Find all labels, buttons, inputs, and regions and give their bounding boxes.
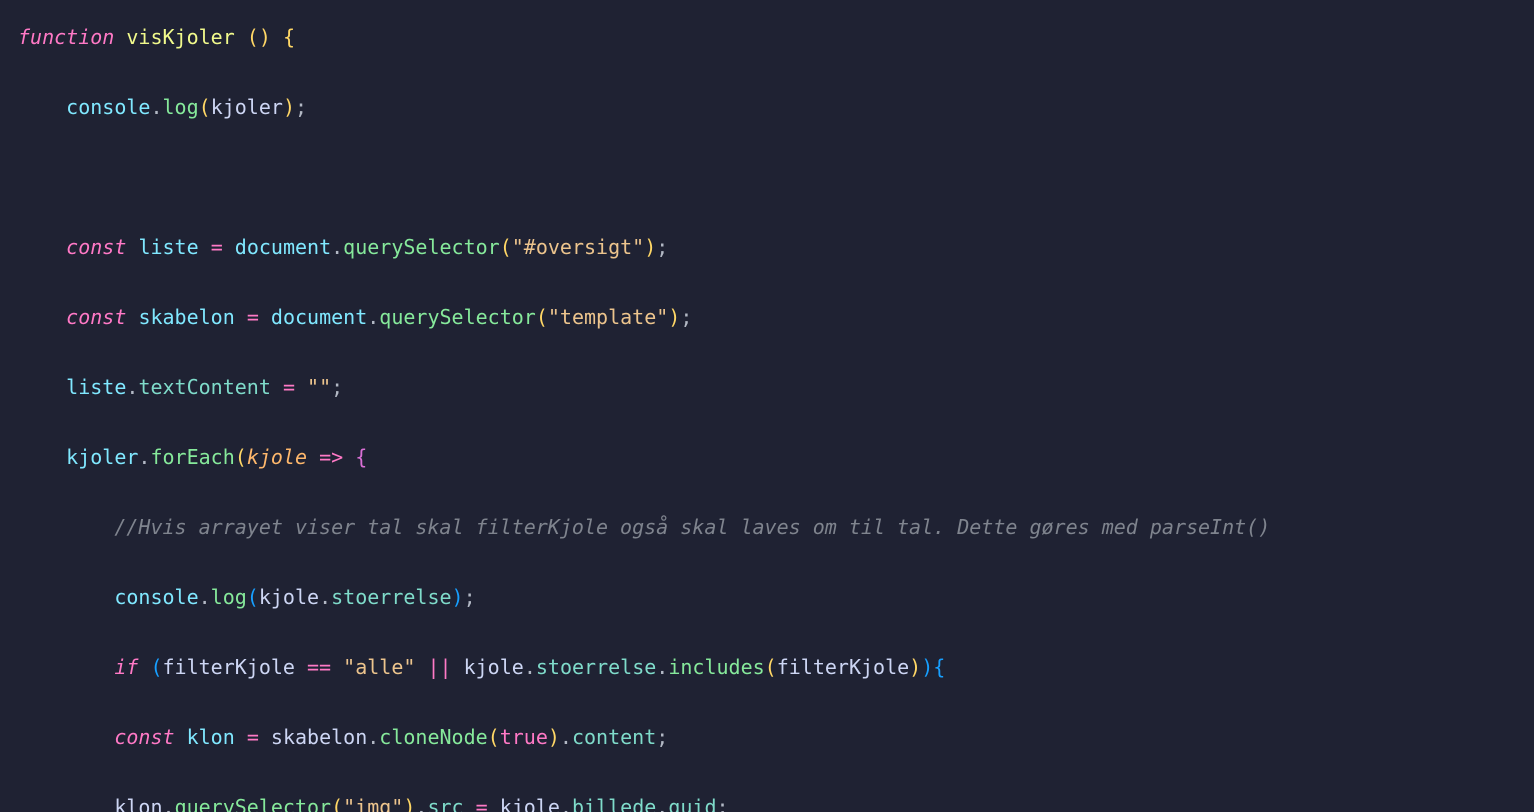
code-line: function visKjoler () { <box>18 20 1516 55</box>
method-call: log <box>211 585 247 609</box>
paren: ) <box>259 25 271 49</box>
code-line: const liste = document.querySelector("#o… <box>18 230 1516 265</box>
method-call: querySelector <box>379 305 536 329</box>
argument: kjoler <box>211 95 283 119</box>
identifier: console <box>114 585 198 609</box>
parameter: kjole <box>247 445 307 469</box>
keyword-const: const <box>66 305 126 329</box>
operator: = <box>476 795 488 812</box>
operator: == <box>307 655 331 679</box>
property: content <box>572 725 656 749</box>
method-call: querySelector <box>175 795 332 812</box>
identifier: kjoler <box>66 445 138 469</box>
method-call: forEach <box>150 445 234 469</box>
function-name: visKjoler <box>126 25 234 49</box>
code-line: const skabelon = document.querySelector(… <box>18 300 1516 335</box>
string-literal: "img" <box>343 795 403 812</box>
identifier: document <box>235 235 331 259</box>
identifier: kjole <box>464 655 524 679</box>
identifier: document <box>271 305 367 329</box>
operator: || <box>427 655 451 679</box>
property: stoerrelse <box>536 655 656 679</box>
code-editor[interactable]: function visKjoler () { console.log(kjol… <box>0 0 1534 812</box>
code-line: kjoler.forEach(kjole => { <box>18 440 1516 475</box>
keyword-const: const <box>66 235 126 259</box>
property: textContent <box>138 375 270 399</box>
brace: { <box>933 655 945 679</box>
string-literal: "" <box>307 375 331 399</box>
identifier: liste <box>66 375 126 399</box>
code-line <box>18 160 1516 195</box>
brace: { <box>355 445 367 469</box>
string-literal: "alle" <box>343 655 415 679</box>
code-line: klon.querySelector("img").src = kjole.bi… <box>18 790 1516 812</box>
operator: = <box>283 375 295 399</box>
operator: = <box>211 235 223 259</box>
method-call: querySelector <box>343 235 500 259</box>
code-line: //Hvis arrayet viser tal skal filterKjol… <box>18 510 1516 545</box>
identifier: kjole <box>259 585 319 609</box>
keyword-if: if <box>114 655 138 679</box>
code-line: if (filterKjole == "alle" || kjole.stoer… <box>18 650 1516 685</box>
identifier: filterKjole <box>777 655 909 679</box>
code-line: console.log(kjoler); <box>18 90 1516 125</box>
brace: { <box>283 25 295 49</box>
paren: ( <box>247 25 259 49</box>
code-line: liste.textContent = ""; <box>18 370 1516 405</box>
operator: = <box>247 725 259 749</box>
method-call: includes <box>668 655 764 679</box>
property: src <box>427 795 463 812</box>
operator: = <box>247 305 259 329</box>
identifier: klon <box>114 795 162 812</box>
code-line: const klon = skabelon.cloneNode(true).co… <box>18 720 1516 755</box>
keyword-function: function <box>18 25 114 49</box>
comment: //Hvis arrayet viser tal skal filterKjol… <box>114 515 1270 539</box>
property: billede <box>572 795 656 812</box>
identifier: klon <box>187 725 235 749</box>
property: stoerrelse <box>331 585 451 609</box>
property: guid <box>668 795 716 812</box>
identifier: console <box>66 95 150 119</box>
identifier: skabelon <box>138 305 234 329</box>
identifier: liste <box>138 235 198 259</box>
boolean-literal: true <box>500 725 548 749</box>
identifier: kjole <box>500 795 560 812</box>
method-call: log <box>163 95 199 119</box>
keyword-const: const <box>114 725 174 749</box>
string-literal: "template" <box>548 305 668 329</box>
method-call: cloneNode <box>379 725 487 749</box>
code-line: console.log(kjole.stoerrelse); <box>18 580 1516 615</box>
identifier: skabelon <box>271 725 367 749</box>
identifier: filterKjole <box>163 655 295 679</box>
string-literal: "#oversigt" <box>512 235 644 259</box>
arrow: => <box>319 445 343 469</box>
